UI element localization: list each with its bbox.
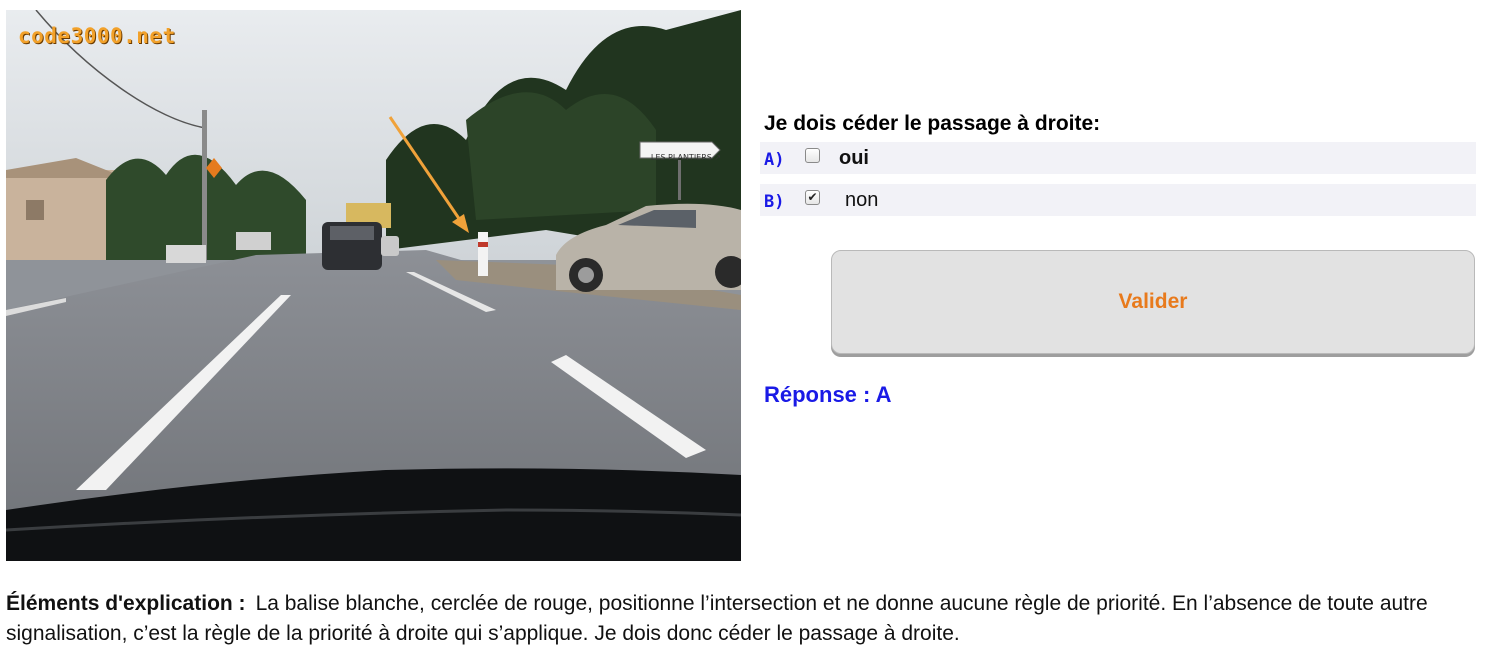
correct-answer-text: Réponse : A bbox=[764, 382, 892, 407]
answer-option-b[interactable]: B) ✔ non bbox=[760, 184, 1476, 216]
site-watermark: code3000.net bbox=[18, 24, 176, 48]
answer-b-checkbox[interactable]: ✔ bbox=[805, 190, 820, 205]
explanation-label: Éléments d'explication : bbox=[6, 592, 246, 615]
explanation-block: Éléments d'explication : La balise blanch… bbox=[6, 589, 1446, 649]
answer-a-checkbox[interactable] bbox=[805, 148, 820, 163]
validate-button[interactable]: Valider bbox=[831, 250, 1475, 354]
answer-label: oui bbox=[839, 147, 869, 169]
answer-label: non bbox=[845, 189, 879, 211]
question-text: Je dois céder le passage à droite: bbox=[764, 112, 1101, 135]
answer-option-a[interactable]: A) oui bbox=[760, 142, 1476, 174]
answer-letter: A) bbox=[764, 150, 785, 170]
answer-letter: B) bbox=[764, 192, 785, 212]
road-scene-illustration bbox=[6, 10, 741, 561]
road-sign-label: LES PLANTIERS ↗ bbox=[650, 153, 722, 162]
road-scene-photo: code3000.net LES PLANTIERS ↗ bbox=[6, 10, 741, 561]
